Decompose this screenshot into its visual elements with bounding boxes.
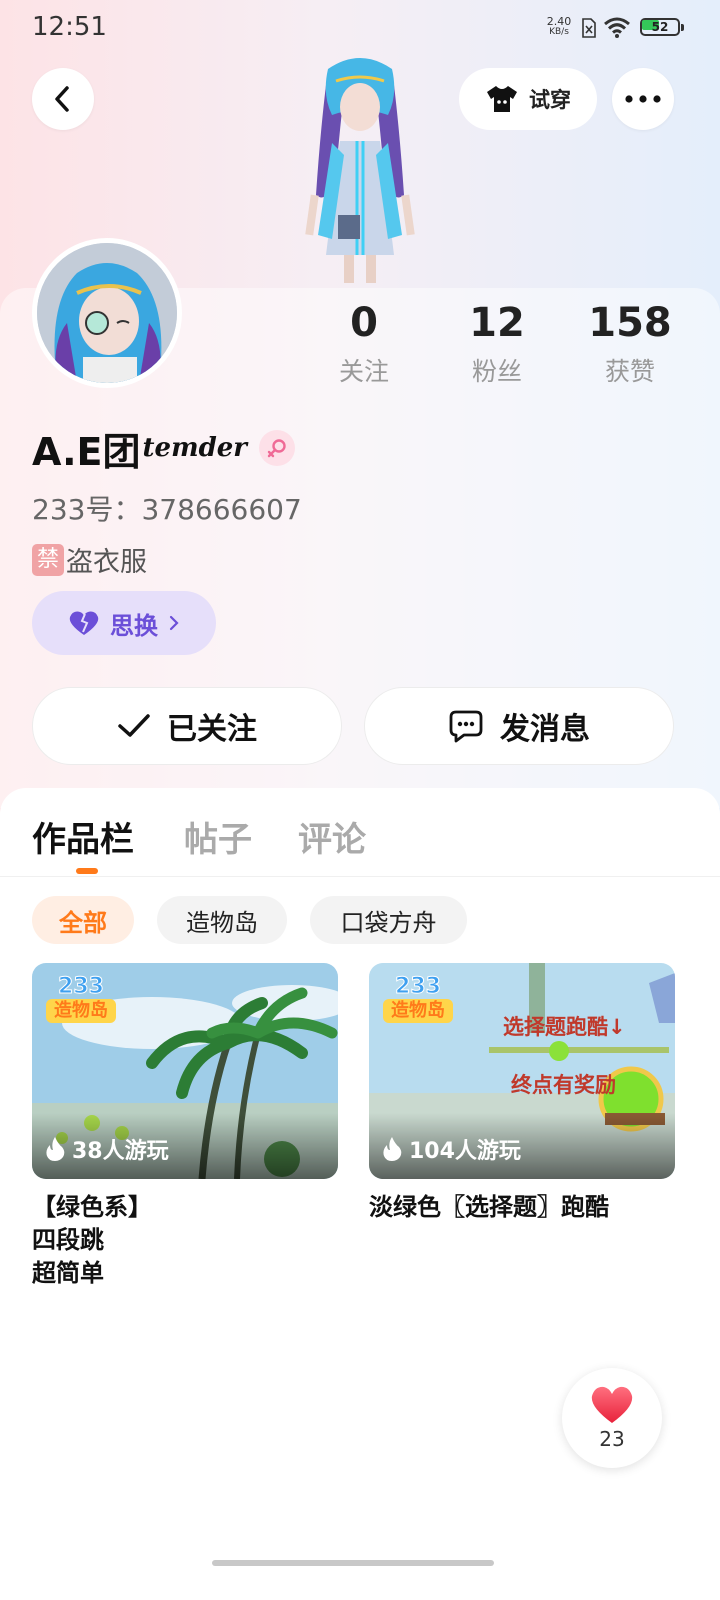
thumbnail-overlay-line: 终点有奖励 <box>511 1073 616 1097</box>
play-count-text: 104人游玩 <box>409 1139 521 1164</box>
play-count: 38人游玩 <box>44 1133 169 1165</box>
work-card[interactable]: 233 造物岛 38人游玩 【绿色系】 四段跳 超简单 <box>32 963 338 1290</box>
game-logo-top: 233 <box>58 974 105 999</box>
tag-label: 思换 <box>110 611 158 640</box>
tshirt-icon <box>487 86 517 112</box>
stat-label: 粉丝 <box>471 357 522 386</box>
work-title: 淡绿色〖选择题〗跑酷 <box>369 1191 675 1224</box>
bio-text: 盗衣服 <box>66 547 147 578</box>
play-count: 104人游玩 <box>381 1133 521 1165</box>
stat-following[interactable]: 0 关注 <box>304 300 424 388</box>
avatar-character-figure <box>305 58 415 283</box>
filter-chip-all[interactable]: 全部 <box>32 896 134 944</box>
chat-bubble-icon <box>449 710 483 743</box>
work-thumbnail: 233 造物岛 38人游玩 <box>32 963 338 1179</box>
thumbnail-overlay-line: 选择题跑酷↓ <box>503 1015 626 1039</box>
game-logo-bottom: 造物岛 <box>383 999 453 1023</box>
work-title-line: 淡绿色〖选择题〗跑酷 <box>369 1193 609 1221</box>
heart-icon <box>69 611 99 635</box>
work-title: 【绿色系】 四段跳 超简单 <box>32 1191 338 1290</box>
wifi-icon <box>604 17 630 38</box>
user-id: 233号：378666607 <box>32 493 302 526</box>
following-button[interactable]: 已关注 <box>32 687 342 765</box>
avatar-portrait-image <box>37 243 177 383</box>
following-label: 已关注 <box>167 712 257 747</box>
stat-label: 关注 <box>338 357 389 386</box>
battery-icon: 52 <box>640 18 686 38</box>
content-tabs: 作品栏 帖子 评论 <box>0 808 720 878</box>
relationship-tag-button[interactable]: 思换 <box>32 591 216 655</box>
tab-posts[interactable]: 帖子 <box>184 812 252 861</box>
gender-female-icon <box>259 430 295 466</box>
chevron-left-icon <box>55 86 69 112</box>
game-logo-bottom: 造物岛 <box>46 999 116 1023</box>
filter-chip-creation-island[interactable]: 造物岛 <box>157 896 287 944</box>
stat-value: 12 <box>469 300 525 346</box>
checkmark-icon <box>118 714 150 737</box>
username: A.E团 <box>32 429 141 474</box>
work-title-line: 超简单 <box>32 1259 104 1287</box>
status-time: 12:51 <box>32 12 107 42</box>
network-speed-unit: KB/s <box>549 27 569 37</box>
work-card[interactable]: 233 造物岛 选择题跑酷↓ 终点有奖励 104人游玩 淡绿色〖选择题〗跑酷 <box>369 963 675 1224</box>
more-dots-icon <box>625 95 661 103</box>
network-speed: 2.40 KB/s <box>544 16 574 38</box>
more-options-button[interactable] <box>612 68 674 130</box>
like-floating-button[interactable]: 23 <box>562 1368 662 1468</box>
send-message-label: 发消息 <box>500 712 590 747</box>
network-speed-value: 2.40 <box>546 15 572 28</box>
username-row: A.E团 temder <box>32 425 295 474</box>
work-title-line: 四段跳 <box>32 1226 104 1254</box>
work-thumbnail: 233 造物岛 选择题跑酷↓ 终点有奖励 104人游玩 <box>369 963 675 1179</box>
play-count-text: 38人游玩 <box>72 1139 169 1164</box>
stat-label: 获赞 <box>604 357 655 386</box>
stat-followers[interactable]: 12 粉丝 <box>437 300 557 388</box>
try-on-button[interactable]: 试穿 <box>459 68 597 130</box>
status-bar: 12:51 2.40 KB/s 52 <box>0 0 720 56</box>
heart-icon <box>591 1386 633 1423</box>
active-tab-indicator <box>76 868 98 874</box>
stat-likes[interactable]: 158 获赞 <box>570 300 690 388</box>
game-logo: 233 造物岛 <box>46 974 116 1023</box>
tabs-divider <box>0 876 720 877</box>
home-indicator[interactable] <box>212 1560 494 1566</box>
stat-value: 158 <box>588 300 672 346</box>
no-sim-icon <box>582 18 596 38</box>
try-on-label: 试穿 <box>529 88 571 112</box>
flame-icon <box>383 1137 402 1161</box>
avatar[interactable] <box>32 238 182 388</box>
battery-percent: 52 <box>651 20 669 34</box>
back-button[interactable] <box>32 68 94 130</box>
bio: 禁 盗衣服 <box>32 540 147 579</box>
stat-value: 0 <box>350 300 378 346</box>
game-logo-top: 233 <box>395 974 442 999</box>
send-message-button[interactable]: 发消息 <box>364 687 674 765</box>
like-count: 23 <box>599 1427 625 1451</box>
chevron-right-icon <box>169 615 179 631</box>
flame-icon <box>46 1137 65 1161</box>
ban-emoji-icon: 禁 <box>32 543 64 576</box>
game-logo: 233 造物岛 <box>383 974 453 1023</box>
filter-chip-pocket-ark[interactable]: 口袋方舟 <box>310 896 467 944</box>
tab-works[interactable]: 作品栏 <box>32 812 134 861</box>
work-title-line: 【绿色系】 <box>32 1193 152 1221</box>
tab-comments[interactable]: 评论 <box>298 812 366 861</box>
username-script-suffix: temder <box>142 433 247 463</box>
